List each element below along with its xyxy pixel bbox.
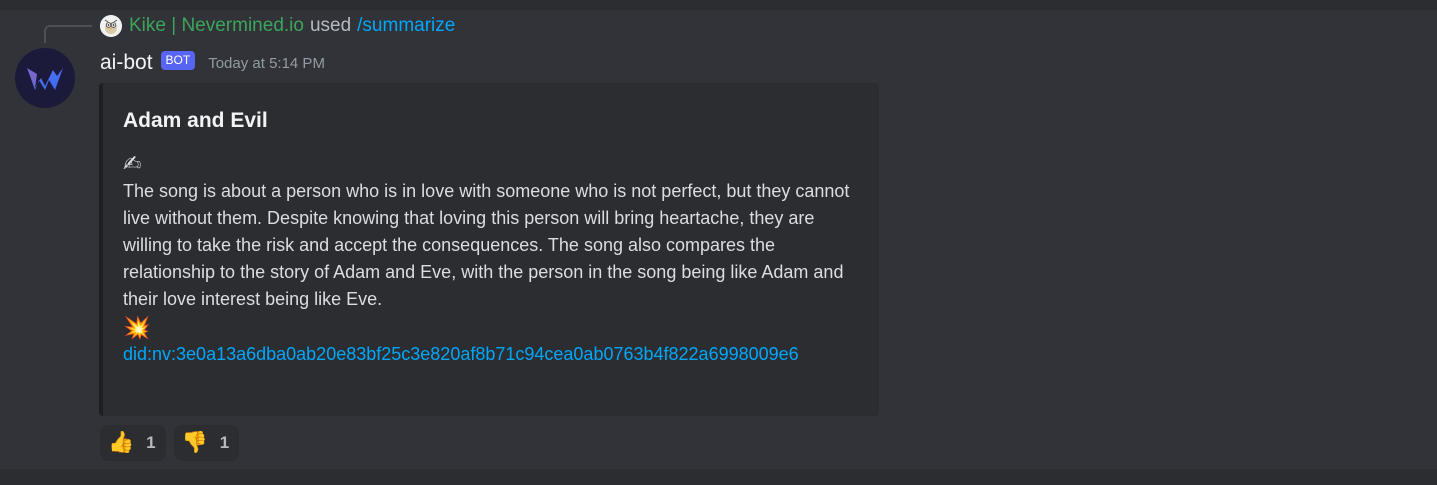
message-timestamp: Today at 5:14 PM: [208, 54, 325, 72]
reply-command[interactable]: /summarize: [357, 15, 455, 37]
collision-icon: 💥: [123, 315, 151, 340]
chat-frame: Kike | Nevermined.io used /summarize ai-…: [0, 0, 1437, 485]
w-logo-avatar-icon[interactable]: [15, 48, 75, 108]
summary-embed: Adam and Evil ✍ The song is about a pers…: [99, 83, 879, 416]
writing-hand-icon: ✍: [123, 151, 142, 176]
reaction-thumbs-down[interactable]: 👎 1: [173, 425, 240, 461]
message-header: ai-bot BOT Today at 5:14 PM: [100, 49, 325, 77]
thumbs-up-icon: 👍: [108, 431, 135, 454]
bot-badge: BOT: [160, 50, 196, 70]
top-divider: [0, 0, 1437, 10]
reply-used-text: used: [309, 15, 352, 36]
reaction-count: 1: [219, 433, 230, 452]
message-username[interactable]: ai-bot: [100, 51, 153, 75]
reactions-bar: 👍 1 👎 1: [100, 425, 240, 461]
reply-connector: [44, 25, 92, 43]
embed-did-link[interactable]: did:nv:3e0a13a6dba0ab20e83bf25c3e820af8b…: [123, 341, 863, 368]
reaction-thumbs-up[interactable]: 👍 1: [100, 425, 166, 461]
thumbs-down-icon: 👎: [181, 431, 208, 454]
reply-username[interactable]: Kike | Nevermined.io: [129, 15, 304, 37]
reply-context[interactable]: Kike | Nevermined.io used /summarize: [100, 14, 455, 38]
bottom-divider: [0, 469, 1437, 485]
reaction-count: 1: [146, 433, 156, 452]
bird-avatar-icon[interactable]: [100, 15, 122, 37]
embed-description: The song is about a person who is in lov…: [123, 181, 850, 309]
embed-title: Adam and Evil: [123, 109, 268, 132]
